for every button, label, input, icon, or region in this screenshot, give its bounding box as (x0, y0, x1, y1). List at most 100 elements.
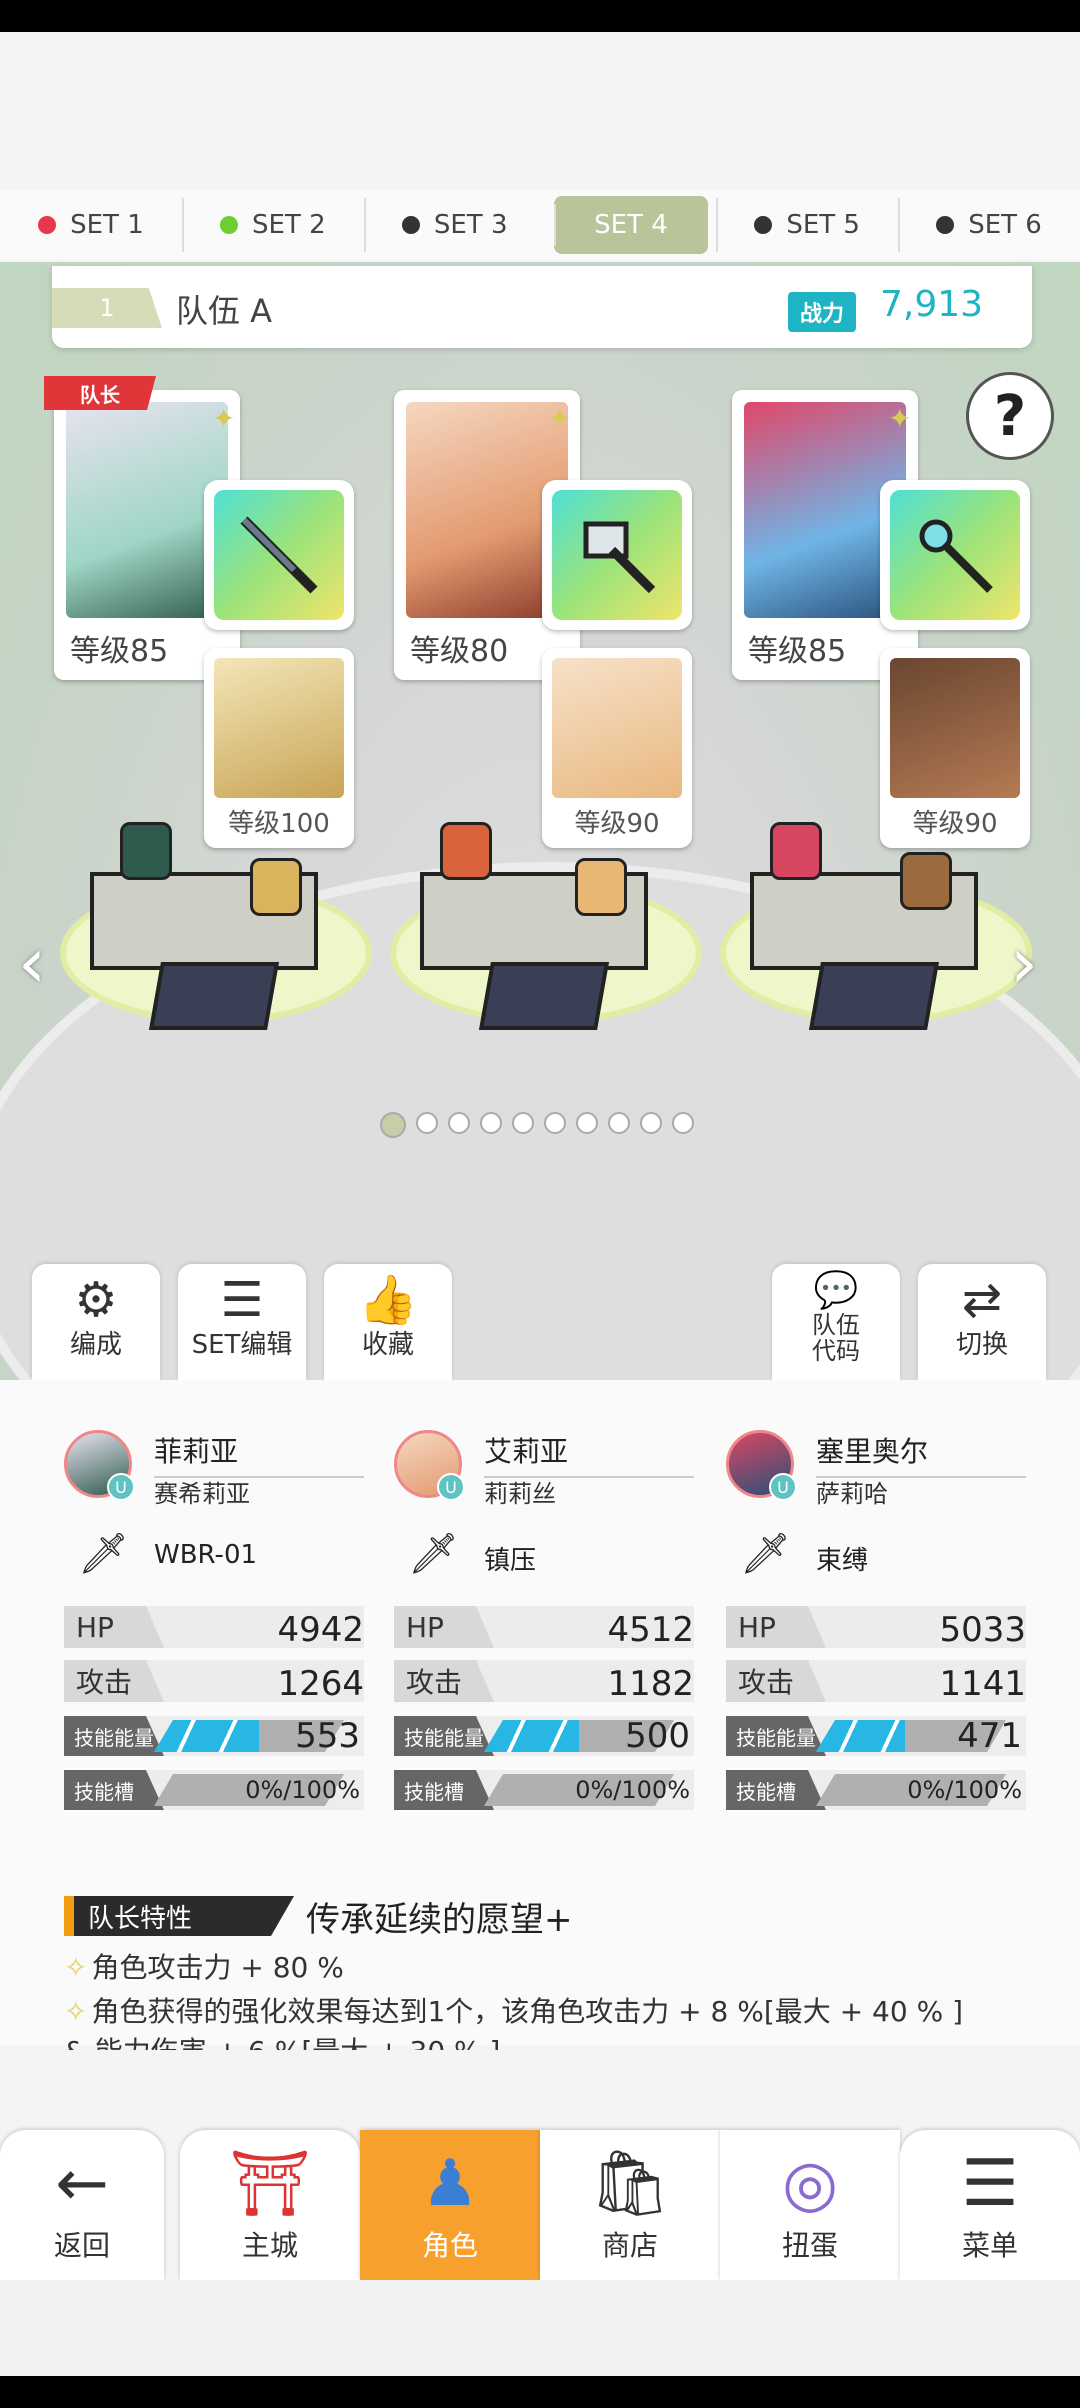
attack-stat: 攻击 1141 (726, 1660, 1026, 1704)
bar-value: 0%/100% (245, 1776, 360, 1804)
skill-slot-bar: 技能槽 0%/100% (726, 1770, 1026, 1810)
support-card-3[interactable]: 等级90 (880, 648, 1030, 848)
set-edit-label: SET编辑 (191, 1330, 293, 1360)
hp-stat: HP 4942 (64, 1606, 364, 1650)
set-edit-button[interactable]: ☰ SET编辑 (178, 1264, 306, 1380)
support-portrait (214, 658, 344, 798)
tab-set-1[interactable]: SET 1 (0, 190, 182, 260)
nav-label: 商店 (601, 2229, 658, 2262)
skill-energy-bar: 技能能量 471 (726, 1716, 1026, 1756)
star-icon: ✧ (64, 1995, 88, 2028)
support-name: 莉莉丝 (484, 1480, 556, 1508)
tab-set-6[interactable]: SET 6 (898, 190, 1080, 260)
leader-skill-name: 传承延续的愿望+ (306, 1900, 573, 1940)
page-dot[interactable] (416, 1112, 438, 1134)
page-dot[interactable] (608, 1112, 630, 1134)
green-dot-icon (220, 216, 238, 234)
chibi-sprite (900, 852, 952, 910)
page-dot[interactable] (544, 1112, 566, 1134)
bar-label: 技能能量 (64, 1716, 164, 1756)
page-dot[interactable] (448, 1112, 470, 1134)
tab-label: SET 6 (968, 210, 1042, 240)
weapon-icon: 🗡 (78, 1531, 129, 1577)
team-code-button[interactable]: 💬 队伍 代码 (772, 1264, 900, 1380)
weapon-name: 镇压 (484, 1546, 537, 1576)
avatar[interactable]: U (64, 1430, 135, 1501)
hero-platform-1 (60, 822, 372, 1030)
next-arrow-icon[interactable]: › (1010, 922, 1038, 1004)
status-bar (0, 0, 1080, 32)
platform-tile (149, 962, 279, 1030)
chibi-sprite (575, 858, 627, 916)
team-number: 1 (52, 288, 162, 328)
bar-value: 0%/100% (907, 1776, 1022, 1804)
skill-line-text: 角色攻击力 + 80 % (91, 1951, 344, 1984)
stat-label: 攻击 (726, 1660, 826, 1702)
chibi-sprite (440, 822, 492, 880)
black-dot-icon (754, 216, 773, 234)
nav-shop[interactable]: 🛍 商店 (540, 2130, 720, 2280)
nav-back[interactable]: ← 返回 (0, 2130, 164, 2280)
nav-label: 主城 (241, 2229, 298, 2262)
page-dot[interactable] (480, 1112, 502, 1134)
team-code-label: 队伍 代码 (812, 1311, 860, 1365)
hero-platform-3 (720, 822, 1032, 1030)
switch-label: 切换 (955, 1330, 1008, 1360)
tab-set-4[interactable]: SET 4 (553, 196, 709, 254)
favorite-button[interactable]: 👍 收藏 (324, 1264, 452, 1380)
bar-label: 技能槽 (64, 1770, 164, 1810)
tab-set-2[interactable]: SET 2 (181, 190, 364, 260)
sparkle-icon: ✦ (548, 402, 572, 435)
stat-label: 攻击 (64, 1660, 164, 1702)
attack-stat: 攻击 1264 (64, 1660, 364, 1704)
help-button[interactable]: ? (966, 372, 1054, 460)
nav-menu[interactable]: ☰ 菜单 (900, 2130, 1080, 2280)
shop-icon: 🛍 (589, 2147, 671, 2221)
support-card-1[interactable]: 等级100 (204, 648, 354, 848)
page-dot[interactable] (380, 1112, 406, 1138)
support-portrait (890, 658, 1020, 798)
tab-label: SET 4 (594, 210, 668, 240)
tab-label: SET 1 (70, 210, 144, 240)
page-dot[interactable] (576, 1112, 598, 1134)
support-card-2[interactable]: 等级90 (542, 648, 692, 848)
platform-tile (479, 962, 609, 1030)
page-dot[interactable] (640, 1112, 662, 1134)
tab-label: SET 3 (433, 210, 508, 240)
nav-gacha[interactable]: ◎ 扭蛋 (720, 2130, 900, 2280)
nav-character[interactable]: ♟ 角色 (360, 2130, 540, 2280)
stat-label: HP (394, 1606, 494, 1648)
weapon-card-2[interactable] (542, 480, 692, 630)
bar-label: 技能槽 (394, 1770, 494, 1810)
tab-set-5[interactable]: SET 5 (716, 190, 898, 260)
tab-label: SET 2 (252, 210, 326, 240)
hero-level: 等级85 (748, 634, 847, 669)
prev-arrow-icon[interactable]: ‹ (18, 922, 46, 1004)
page-dot[interactable] (512, 1112, 534, 1134)
stat-label: HP (64, 1606, 164, 1648)
weapon-icon: 🗡 (408, 1531, 459, 1577)
hp-stat: HP 5033 (726, 1606, 1026, 1650)
weapon-card-3[interactable] (880, 480, 1030, 630)
page-dot[interactable] (672, 1112, 694, 1134)
unit-badge-icon: U (107, 1473, 135, 1501)
avatar[interactable]: U (394, 1430, 465, 1501)
star-icon: ✧ (64, 1951, 88, 1984)
stat-value: 4942 (277, 1610, 364, 1650)
avatar[interactable]: U (726, 1430, 797, 1501)
unit-badge-icon: U (437, 1473, 465, 1501)
character-name: 艾莉亚 (484, 1430, 694, 1478)
leader-skill-line: ✧ 角色获得的强化效果每达到1个，该角色攻击力 + 8 %[最大 + 40 % ] (64, 1990, 963, 2030)
weapon-card-1[interactable] (204, 480, 354, 630)
page-indicator (380, 1112, 694, 1138)
formation-button[interactable]: ⚙ 编成 (32, 1264, 160, 1380)
tab-set-3[interactable]: SET 3 (363, 190, 546, 260)
chat-bubble-icon: 💬 (813, 1270, 859, 1311)
team-name: 队伍 A (176, 292, 273, 330)
attack-stat: 攻击 1182 (394, 1660, 694, 1704)
switch-button[interactable]: ⇄ 切换 (918, 1264, 1046, 1380)
stat-value: 1264 (277, 1664, 364, 1704)
stat-value: 1182 (607, 1664, 694, 1704)
nav-main-city[interactable]: ⛩ 主城 (180, 2130, 360, 2280)
set-tabs: SET 1 SET 2 SET 3 SET 4 SET 5 SET 6 (0, 190, 1080, 260)
